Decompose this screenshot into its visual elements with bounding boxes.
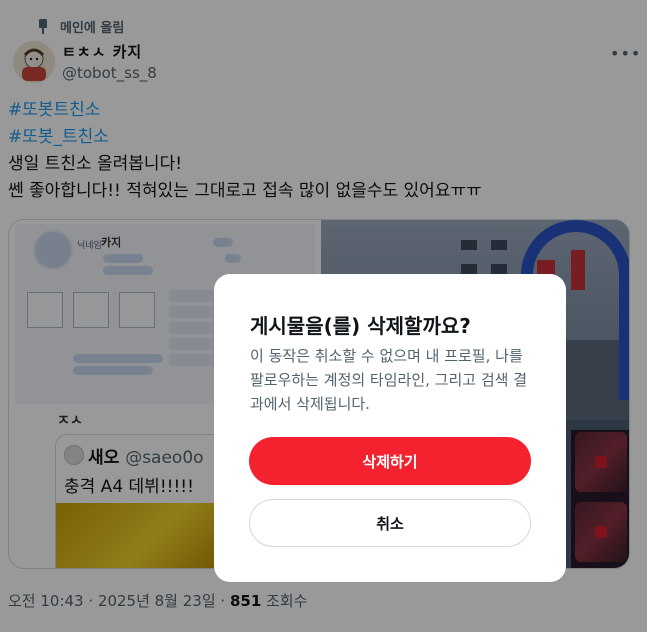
delete-button[interactable]: 삭제하기 [249, 437, 531, 485]
dialog-message: 이 동작은 취소할 수 없으며 내 프로필, 나를 팔로우하는 계정의 타임라인… [250, 347, 528, 413]
cancel-button[interactable]: 취소 [249, 499, 531, 547]
dialog-title: 게시물을(를) 삭제할까요? [250, 314, 471, 338]
delete-confirm-dialog: 게시물을(를) 삭제할까요? 이 동작은 취소할 수 없으며 내 프로필, 나를… [214, 274, 566, 582]
